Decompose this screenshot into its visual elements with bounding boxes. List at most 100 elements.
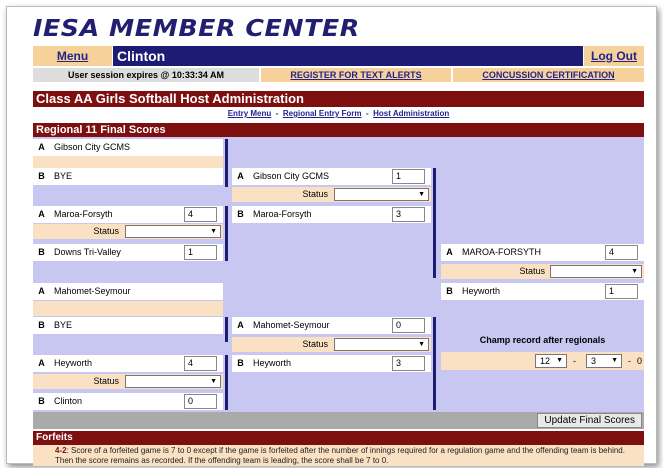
chevron-down-icon: ▼ xyxy=(631,268,638,275)
bracket-connector xyxy=(225,139,228,187)
score-input[interactable]: 4 xyxy=(184,207,217,222)
score-input[interactable]: 4 xyxy=(605,245,638,260)
forfeits-rule: 4-2: Score of a forfeited game is 7 to 0… xyxy=(33,445,644,466)
team-row: B Maroa-Forsyth 3 xyxy=(232,206,431,223)
status-label: Status xyxy=(93,226,119,236)
status-label: Status xyxy=(519,266,545,276)
chevron-down-icon: ▼ xyxy=(418,191,425,198)
status-select[interactable]: ▼ xyxy=(125,225,221,238)
team-row: B BYE xyxy=(33,317,223,334)
slot-label: B xyxy=(38,320,45,330)
concussion-link[interactable]: CONCUSSION CERTIFICATION xyxy=(453,68,644,82)
champ-wins-select[interactable]: 12 ▼ xyxy=(535,354,567,368)
team-row: B Heyworth 1 xyxy=(441,283,644,300)
bracket-connector xyxy=(225,317,228,342)
logo: IESA MEMBER CENTER xyxy=(33,16,360,42)
slot-label: B xyxy=(38,396,45,406)
page-frame: IESA MEMBER CENTER Menu Clinton Log Out … xyxy=(6,6,657,466)
bracket: Status ▼ Status ▼ A Gibson City GCMS B BYE… xyxy=(33,137,644,412)
team-name: Heyworth xyxy=(253,358,292,368)
slot-label: A xyxy=(38,286,45,296)
regional-entry-form-link[interactable]: Regional Entry Form xyxy=(283,109,362,118)
host-administration-link[interactable]: Host Administration xyxy=(373,109,449,118)
entry-menu-link[interactable]: Entry Menu xyxy=(228,109,272,118)
team-name: Gibson City GCMS xyxy=(54,142,131,152)
slot-label: A xyxy=(38,142,45,152)
team-row: B Heyworth 3 xyxy=(232,355,431,372)
score-input[interactable]: 1 xyxy=(605,284,638,299)
team-name: Clinton xyxy=(54,396,83,406)
bracket-connector xyxy=(433,168,436,278)
slot-label: A xyxy=(237,171,244,181)
score-input[interactable]: 0 xyxy=(392,318,425,333)
bracket-connector xyxy=(225,206,228,261)
champ-wins-value: 12 xyxy=(540,356,551,366)
menu-cell: Menu xyxy=(33,46,112,66)
status-label: Status xyxy=(93,376,119,386)
team-row: A Heyworth 4 xyxy=(33,355,223,372)
champ-ties-value: 0 xyxy=(637,356,643,366)
status-select[interactable]: ▼ xyxy=(550,265,642,278)
score-input[interactable]: 3 xyxy=(392,207,425,222)
team-row: A Mahomet-Seymour 0 xyxy=(232,317,431,334)
team-name: Maroa-Forsyth xyxy=(54,209,113,219)
top-nav: Menu Clinton Log Out xyxy=(33,46,644,66)
slot-label: B xyxy=(237,358,244,368)
champ-record-row: 12 ▼ - 3 ▼ - 0 xyxy=(441,352,644,370)
slot-label: A xyxy=(38,358,45,368)
logout-link[interactable]: Log Out xyxy=(591,49,637,63)
slot-label: B xyxy=(38,171,45,181)
status-select[interactable]: ▼ xyxy=(125,375,221,388)
rule-id: 4-2 xyxy=(55,446,67,455)
team-row: B Downs Tri-Valley 1 xyxy=(33,244,223,261)
team-row: A Mahomet-Seymour xyxy=(33,283,223,300)
text-alerts-link[interactable]: REGISTER FOR TEXT ALERTS xyxy=(261,68,451,82)
chevron-down-icon: ▼ xyxy=(210,378,217,385)
score-input[interactable]: 1 xyxy=(184,245,217,260)
slot-label: A xyxy=(237,320,244,330)
champ-losses-select[interactable]: 3 ▼ xyxy=(586,354,622,368)
status-label: Status xyxy=(302,339,328,349)
slot-label: B xyxy=(237,209,244,219)
team-row: A Gibson City GCMS 1 xyxy=(232,168,431,185)
score-input[interactable]: 3 xyxy=(392,356,425,371)
status-select[interactable]: ▼ xyxy=(334,188,429,201)
update-bar: Update Final Scores xyxy=(33,412,644,429)
team-row: A Maroa-Forsyth 4 xyxy=(33,206,223,223)
link-separator: - xyxy=(275,109,279,118)
score-input[interactable]: 4 xyxy=(184,356,217,371)
forfeits-header: Forfeits xyxy=(33,431,644,445)
section-header: Regional 11 Final Scores xyxy=(33,123,644,137)
score-input[interactable]: 0 xyxy=(184,394,217,409)
team-name: BYE xyxy=(54,171,73,181)
team-name: Heyworth xyxy=(54,358,93,368)
chevron-down-icon: ▼ xyxy=(418,341,425,348)
score-input[interactable]: 1 xyxy=(392,169,425,184)
team-name: Downs Tri-Valley xyxy=(54,247,121,257)
bracket-connector xyxy=(433,317,436,410)
team-name: BYE xyxy=(54,320,73,330)
team-name: MAROA-FORSYTH xyxy=(462,247,542,257)
slot-label: B xyxy=(38,247,45,257)
team-name: Mahomet-Seymour xyxy=(54,286,131,296)
logout-cell: Log Out xyxy=(584,46,644,66)
sub-links: Entry Menu - Regional Entry Form - Host … xyxy=(33,108,644,119)
spacer-row xyxy=(33,301,223,316)
team-row: B BYE xyxy=(33,168,223,185)
slot-label: A xyxy=(38,209,45,219)
link-separator: - xyxy=(366,109,369,118)
info-bar: User session expires @ 10:33:34 AM REGIS… xyxy=(33,68,644,82)
slot-label: B xyxy=(446,286,453,296)
record-dash: - xyxy=(573,356,576,366)
status-select[interactable]: ▼ xyxy=(334,338,429,351)
rule-text: : Score of a forfeited game is 7 to 0 ex… xyxy=(55,446,625,465)
record-dash: - xyxy=(628,356,631,366)
team-row: A Gibson City GCMS xyxy=(33,139,223,156)
menu-link[interactable]: Menu xyxy=(57,49,88,63)
update-final-scores-button[interactable]: Update Final Scores xyxy=(537,413,642,428)
city-title: Clinton xyxy=(113,46,583,66)
chevron-down-icon: ▼ xyxy=(556,357,563,364)
chevron-down-icon: ▼ xyxy=(611,357,618,364)
bracket-connector xyxy=(225,355,228,410)
champ-losses-value: 3 xyxy=(591,356,597,366)
